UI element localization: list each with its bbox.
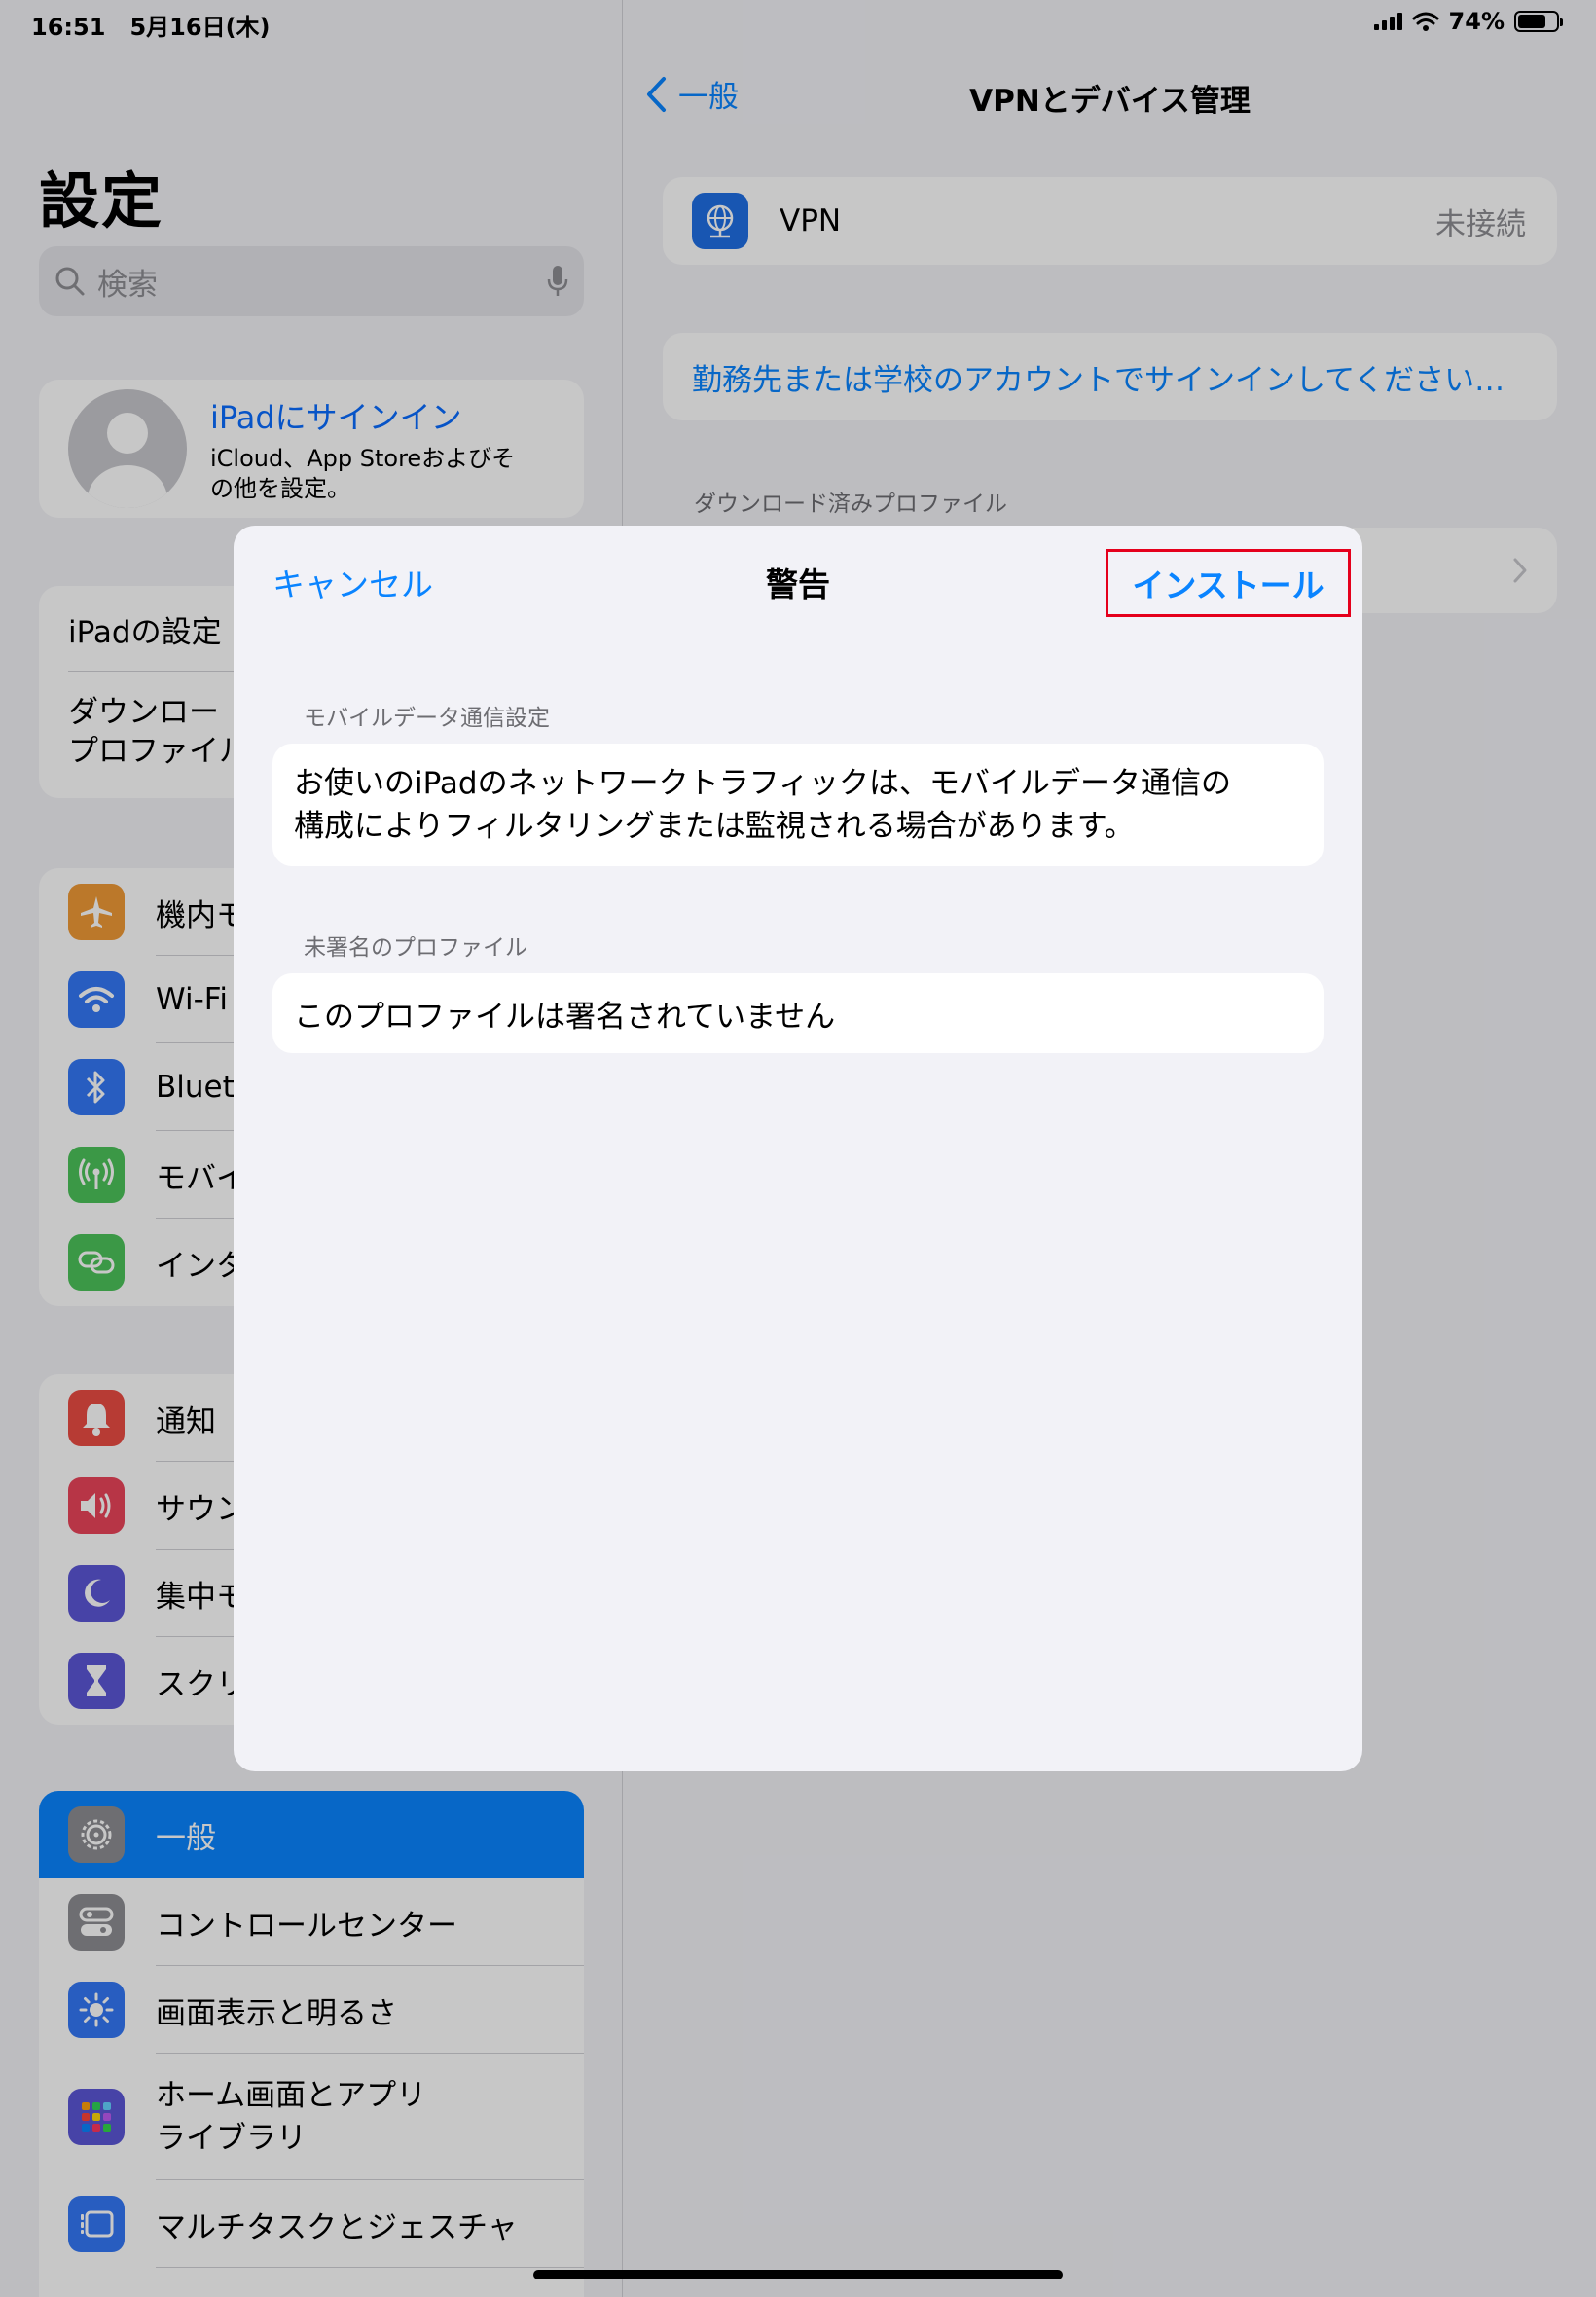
install-label: インストール: [1132, 566, 1324, 604]
home-indicator[interactable]: [533, 2270, 1063, 2279]
unsigned-profile-card: このプロファイルは署名されていません: [272, 973, 1324, 1053]
warning-sheet: キャンセル 警告 インストール モバイルデータ通信設定 お使いのiPadのネット…: [234, 526, 1362, 1771]
cellular-warning-card: お使いのiPadのネットワークトラフィックは、モバイルデータ通信の 構成によりフ…: [272, 744, 1324, 866]
unsigned-profile-text: このプロファイルは署名されていません: [294, 999, 836, 1035]
cellular-settings-header: モバイルデータ通信設定: [304, 706, 550, 731]
install-button[interactable]: インストール: [1106, 549, 1351, 617]
cellular-warning-line1: お使いのiPadのネットワークトラフィックは、モバイルデータ通信の: [294, 766, 1231, 801]
cellular-warning-line2: 構成によりフィルタリングまたは監視される場合があります。: [294, 809, 1135, 844]
unsigned-profile-header: 未署名のプロファイル: [304, 935, 527, 961]
